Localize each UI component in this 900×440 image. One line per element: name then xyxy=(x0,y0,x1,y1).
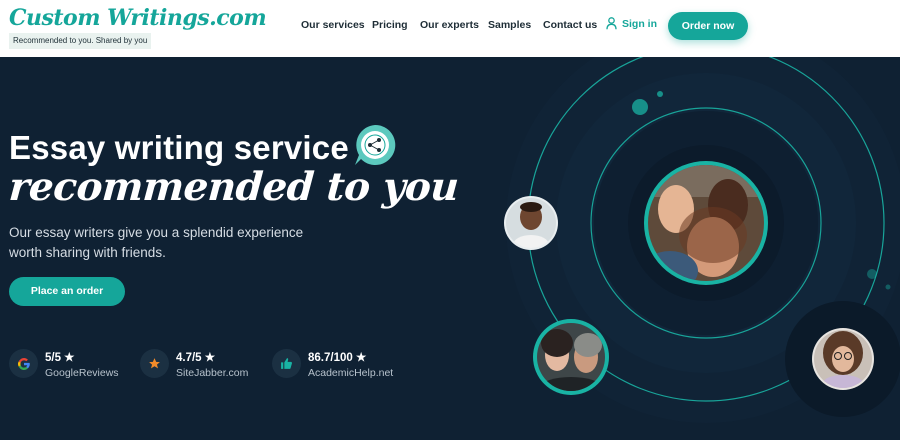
nav-our-services[interactable]: Our services xyxy=(301,19,365,31)
hero-title: Essay writing service xyxy=(9,129,349,166)
rating-score: 86.7/100 ★ xyxy=(308,352,367,364)
hero-section: Essay writing service recommended to you… xyxy=(0,57,900,440)
nav-contact-us[interactable]: Contact us xyxy=(543,19,597,31)
hero-subtitle: Our essay writers give you a splendid ex… xyxy=(9,225,304,260)
hero-title-script: recommended to you xyxy=(7,164,460,210)
nav-our-experts[interactable]: Our experts xyxy=(420,19,479,31)
rating-score: 4.7/5 ★ xyxy=(176,352,216,364)
site-header: Custom Writings.com Recommended to you. … xyxy=(0,0,900,57)
share-icon xyxy=(355,124,396,165)
sign-in-label: Sign in xyxy=(622,17,657,30)
nav-pricing[interactable]: Pricing xyxy=(372,19,408,31)
rating-source: AcademicHelp.net xyxy=(308,367,394,379)
place-order-button[interactable]: Place an order xyxy=(9,277,125,306)
logo[interactable]: Custom Writings.com Recommended to you. … xyxy=(9,4,267,49)
nav-samples[interactable]: Samples xyxy=(488,19,531,31)
thumbs-up-icon xyxy=(272,349,301,378)
logo-tagline: Recommended to you. Shared by you xyxy=(9,33,152,49)
sign-in-link[interactable]: Sign in xyxy=(606,17,657,30)
rating-source: SiteJabber.com xyxy=(176,367,249,379)
rating-source: GoogleReviews xyxy=(45,367,119,379)
logo-text: Custom Writings.com xyxy=(9,5,267,31)
order-now-button[interactable]: Order now xyxy=(668,12,748,40)
google-icon xyxy=(9,349,38,378)
rating-score: 5/5 ★ xyxy=(45,352,75,364)
user-icon xyxy=(606,17,617,30)
star-icon xyxy=(140,349,169,378)
